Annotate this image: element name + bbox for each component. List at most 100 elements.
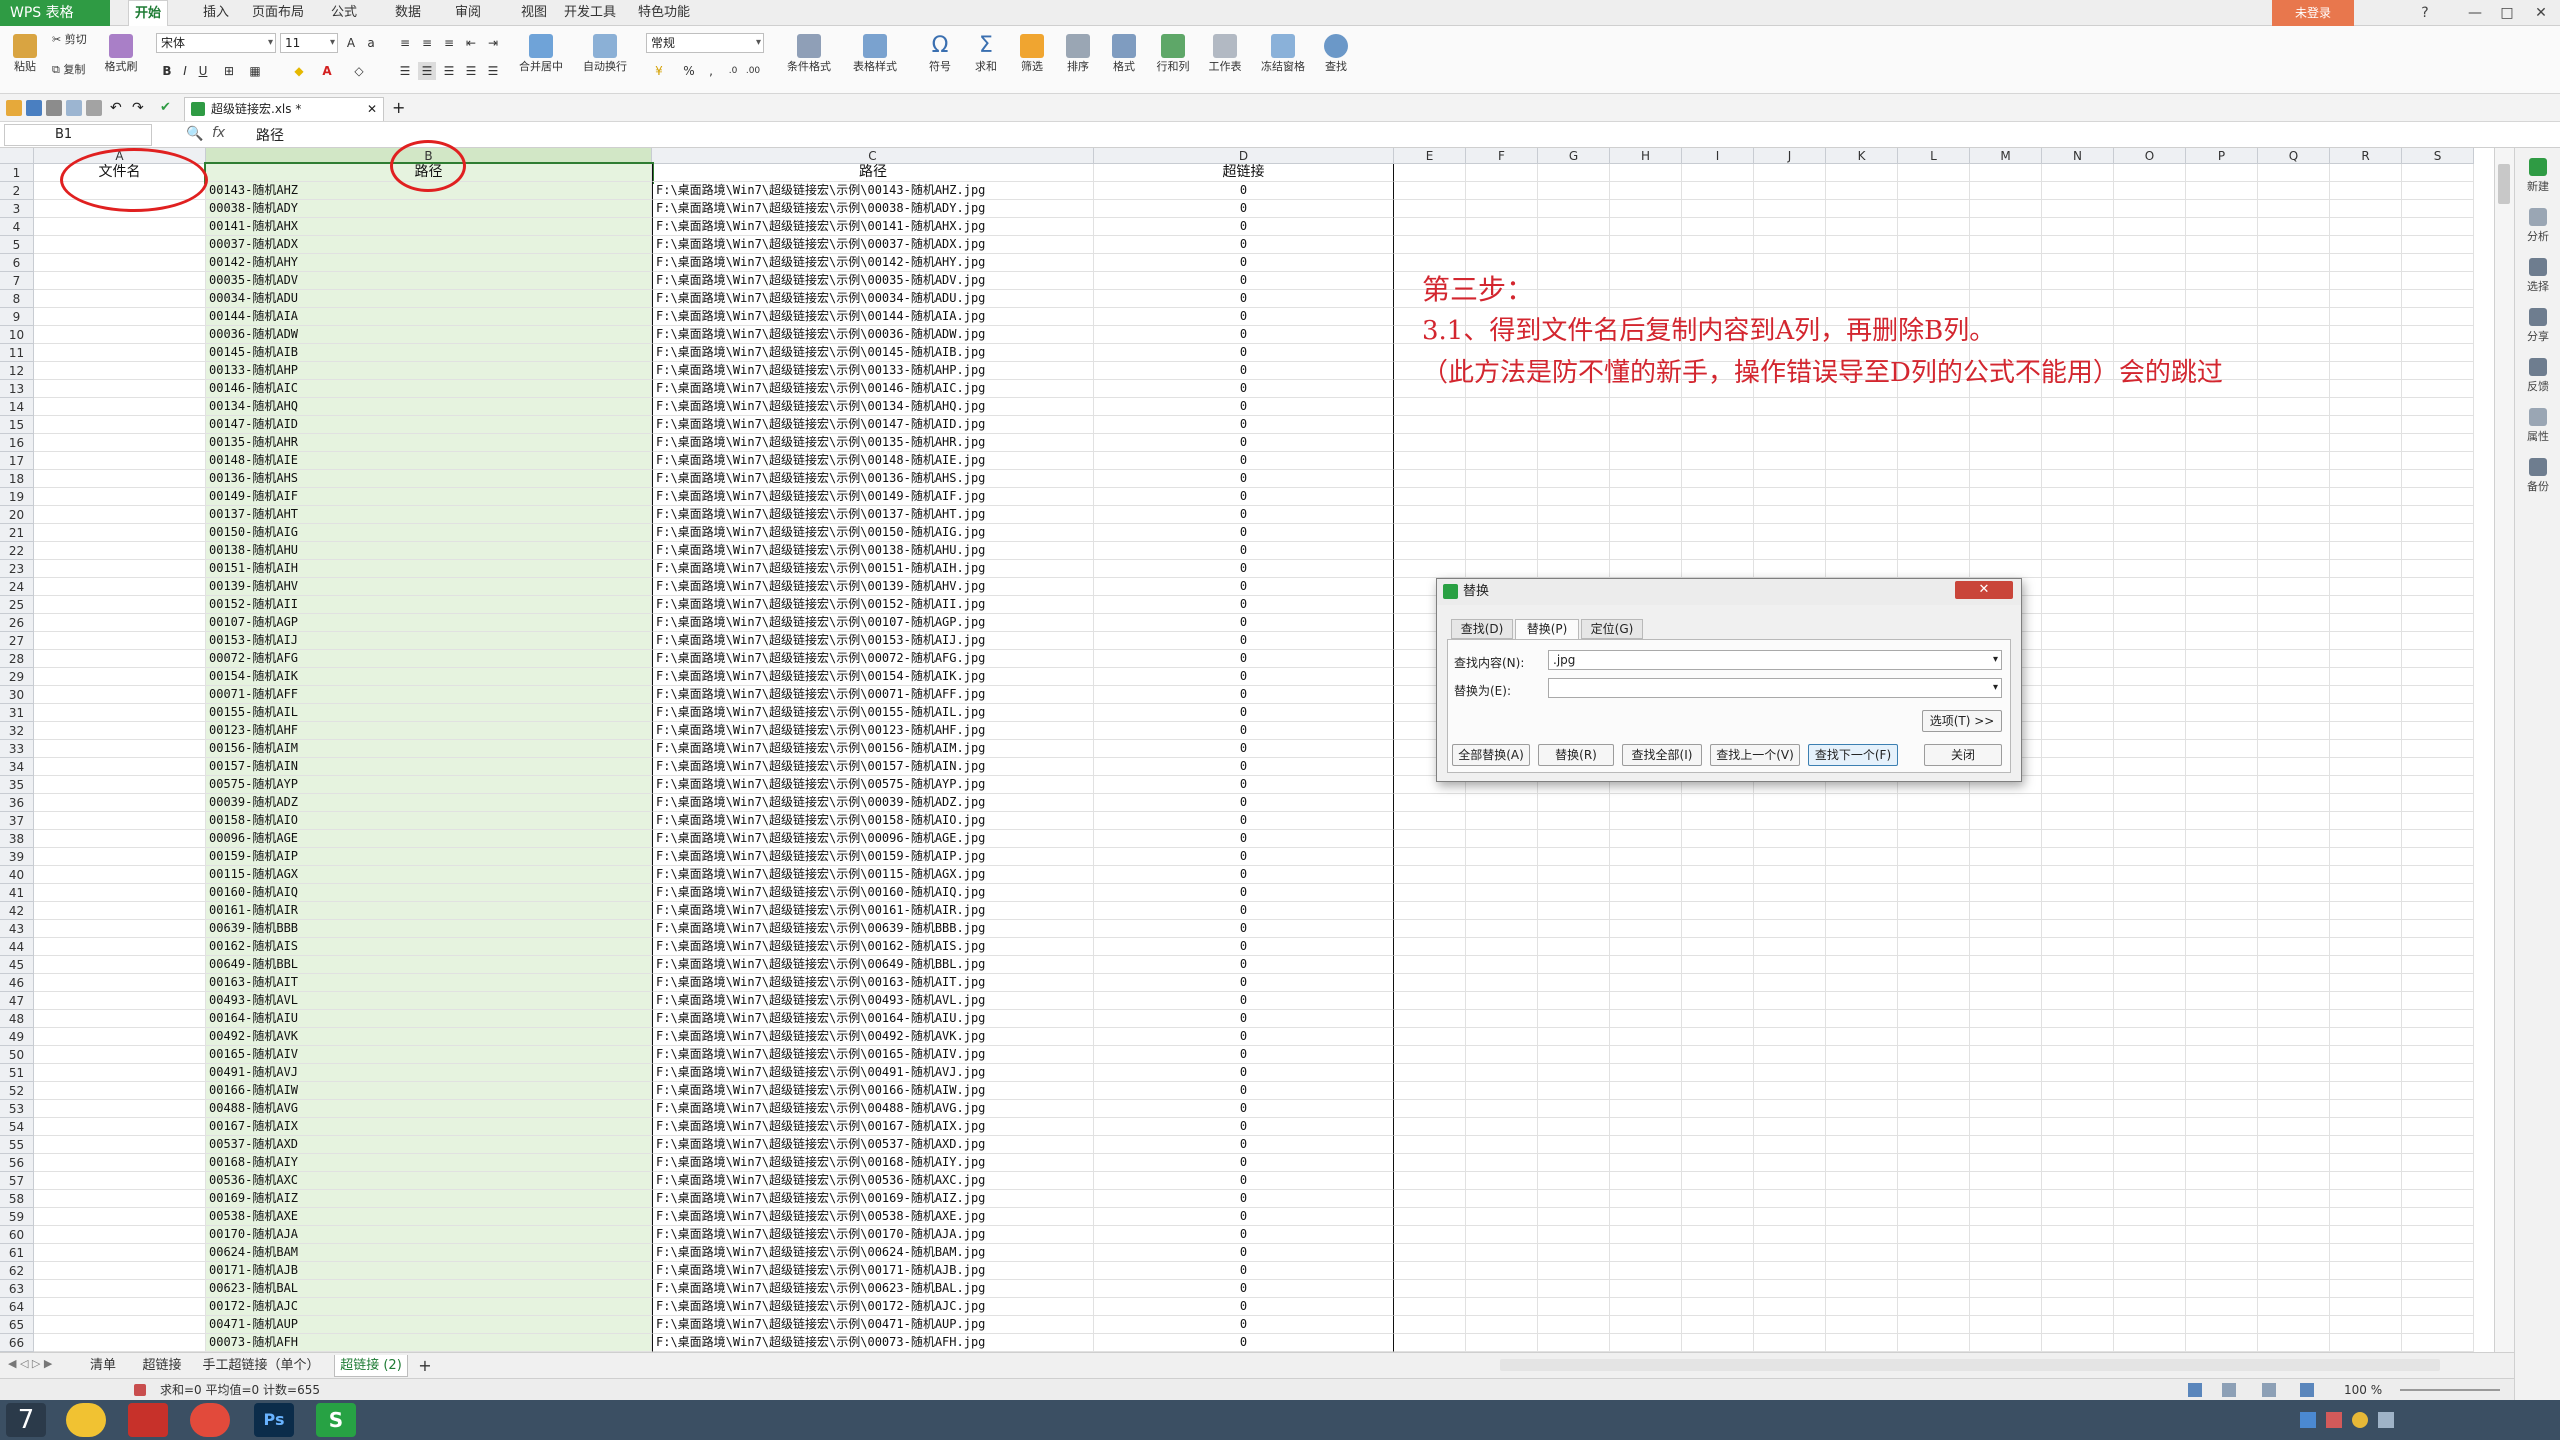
empty-cell[interactable] [1610, 1190, 1682, 1208]
path-cell-c[interactable]: F:\桌面路境\Win7\超级链接宏\示例\00115-随机AGX.jpg [652, 866, 1094, 884]
empty-cell[interactable] [2186, 1100, 2258, 1118]
row-header[interactable]: 38 [0, 830, 34, 848]
empty-cell[interactable] [1826, 812, 1898, 830]
empty-cell[interactable] [1610, 902, 1682, 920]
hyperlink-cell[interactable]: 0 [1094, 632, 1394, 650]
empty-cell[interactable] [2330, 884, 2402, 902]
hyperlink-cell[interactable]: 0 [1094, 362, 1394, 380]
empty-cell[interactable] [2258, 560, 2330, 578]
row-header[interactable]: 39 [0, 848, 34, 866]
empty-cell[interactable] [1394, 1064, 1466, 1082]
justify-icon[interactable]: ☰ [462, 62, 480, 80]
empty-cell[interactable] [2402, 614, 2474, 632]
empty-cell[interactable] [2402, 560, 2474, 578]
filename-cell[interactable] [34, 776, 206, 794]
empty-cell[interactable] [1754, 470, 1826, 488]
hyperlink-cell[interactable]: 0 [1094, 488, 1394, 506]
empty-cell[interactable] [2042, 578, 2114, 596]
empty-cell[interactable] [1394, 524, 1466, 542]
empty-cell[interactable] [2402, 866, 2474, 884]
path-cell-c[interactable]: F:\桌面路境\Win7\超级链接宏\示例\00538-随机AXE.jpg [652, 1208, 1094, 1226]
empty-cell[interactable] [2258, 884, 2330, 902]
row-header[interactable]: 54 [0, 1118, 34, 1136]
empty-cell[interactable] [1754, 1082, 1826, 1100]
empty-cell[interactable] [1394, 488, 1466, 506]
align-left-icon[interactable]: ☰ [396, 62, 414, 80]
path-cell-b[interactable]: 00162-随机AIS [206, 938, 652, 956]
empty-cell[interactable] [2042, 794, 2114, 812]
empty-cell[interactable] [1466, 902, 1538, 920]
row-header[interactable]: 49 [0, 1028, 34, 1046]
empty-cell[interactable] [2258, 812, 2330, 830]
path-cell-b[interactable]: 00144-随机AIA [206, 308, 652, 326]
path-cell-b[interactable]: 00145-随机AIB [206, 344, 652, 362]
empty-cell[interactable] [2186, 578, 2258, 596]
format-button[interactable]: 格式 [1102, 34, 1146, 73]
empty-cell[interactable] [2042, 434, 2114, 452]
empty-cell[interactable] [1610, 488, 1682, 506]
empty-cell[interactable] [1970, 398, 2042, 416]
empty-cell[interactable] [2330, 560, 2402, 578]
empty-cell[interactable] [1538, 416, 1610, 434]
empty-cell[interactable] [1754, 902, 1826, 920]
path-cell-c[interactable]: F:\桌面路境\Win7\超级链接宏\示例\00155-随机AIL.jpg [652, 704, 1094, 722]
empty-cell[interactable] [1538, 542, 1610, 560]
filename-cell[interactable] [34, 1244, 206, 1262]
empty-cell[interactable] [2258, 830, 2330, 848]
empty-cell[interactable] [2186, 740, 2258, 758]
empty-cell[interactable] [1610, 956, 1682, 974]
empty-cell[interactable] [2114, 182, 2186, 200]
path-cell-c[interactable]: F:\桌面路境\Win7\超级链接宏\示例\00151-随机AIH.jpg [652, 560, 1094, 578]
empty-cell[interactable] [1610, 1334, 1682, 1352]
path-cell-c[interactable]: F:\桌面路境\Win7\超级链接宏\示例\00160-随机AIQ.jpg [652, 884, 1094, 902]
row-header[interactable]: 57 [0, 1172, 34, 1190]
empty-cell[interactable] [1970, 506, 2042, 524]
empty-cell[interactable] [2330, 236, 2402, 254]
empty-cell[interactable] [2042, 1100, 2114, 1118]
path-cell-b[interactable]: 00166-随机AIW [206, 1082, 652, 1100]
path-cell-b[interactable]: 00168-随机AIY [206, 1154, 652, 1172]
empty-cell[interactable] [2330, 992, 2402, 1010]
empty-cell[interactable] [1466, 524, 1538, 542]
empty-cell[interactable] [2402, 308, 2474, 326]
empty-cell[interactable] [2330, 578, 2402, 596]
thousands-icon[interactable]: , [702, 62, 720, 80]
empty-cell[interactable] [2258, 920, 2330, 938]
empty-cell[interactable] [1394, 236, 1466, 254]
empty-cell[interactable] [1682, 164, 1754, 182]
empty-cell[interactable] [1898, 506, 1970, 524]
row-header[interactable]: 27 [0, 632, 34, 650]
empty-cell[interactable] [1898, 182, 1970, 200]
empty-cell[interactable] [2330, 1298, 2402, 1316]
filename-cell[interactable] [34, 344, 206, 362]
empty-cell[interactable] [1754, 1046, 1826, 1064]
find-button[interactable]: 查找 [1314, 34, 1358, 73]
filename-cell[interactable] [34, 704, 206, 722]
hyperlink-cell[interactable]: 0 [1094, 956, 1394, 974]
hyperlink-cell[interactable]: 0 [1094, 200, 1394, 218]
path-cell-b[interactable]: 00170-随机AJA [206, 1226, 652, 1244]
empty-cell[interactable] [1610, 1118, 1682, 1136]
path-cell-b[interactable]: 00172-随机AJC [206, 1298, 652, 1316]
zoom-level[interactable]: 100 % [2344, 1379, 2382, 1401]
empty-cell[interactable] [1682, 920, 1754, 938]
empty-cell[interactable] [1466, 1028, 1538, 1046]
hyperlink-cell[interactable]: 0 [1094, 1208, 1394, 1226]
path-cell-b[interactable]: 00152-随机AII [206, 596, 652, 614]
empty-cell[interactable] [1826, 938, 1898, 956]
empty-cell[interactable] [1610, 1262, 1682, 1280]
hyperlink-cell[interactable]: 0 [1094, 1082, 1394, 1100]
empty-cell[interactable] [2114, 848, 2186, 866]
filename-cell[interactable] [34, 992, 206, 1010]
empty-cell[interactable] [2114, 1172, 2186, 1190]
empty-cell[interactable] [2042, 182, 2114, 200]
row-header[interactable]: 64 [0, 1298, 34, 1316]
empty-cell[interactable] [2258, 416, 2330, 434]
hyperlink-cell[interactable]: 0 [1094, 650, 1394, 668]
row-header[interactable]: 25 [0, 596, 34, 614]
row-header[interactable]: 3 [0, 200, 34, 218]
empty-cell[interactable] [1754, 1226, 1826, 1244]
empty-cell[interactable] [1466, 956, 1538, 974]
empty-cell[interactable] [2402, 884, 2474, 902]
sheet-tab-manual-hyperlink[interactable]: 手工超链接（单个） [198, 1355, 324, 1377]
